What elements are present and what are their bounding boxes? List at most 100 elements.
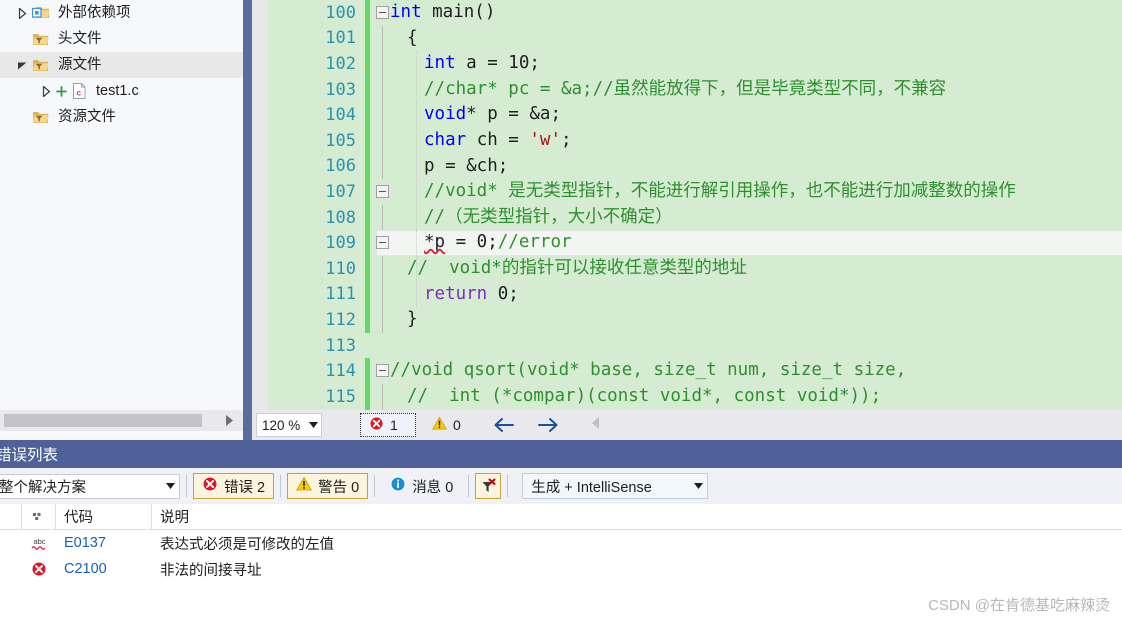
pane-splitter[interactable]	[243, 0, 252, 440]
warning-triangle-icon	[296, 476, 312, 496]
messages-toggle-label: 消息 0	[412, 479, 454, 496]
tree-item-label: 外部依赖项	[58, 5, 131, 21]
collapse-toggle-icon[interactable]	[376, 236, 389, 250]
code-line-104[interactable]: 104 void* p = &a;	[252, 102, 1122, 128]
indent-guide	[416, 128, 417, 154]
code-line-111[interactable]: 111 return 0;	[252, 281, 1122, 308]
fold-guide-line	[382, 25, 383, 52]
column-header-description[interactable]: 说明	[152, 504, 912, 530]
chevron-down-icon[interactable]	[161, 483, 179, 489]
code-text: int main()	[390, 2, 496, 22]
chevron-down-icon[interactable]	[14, 52, 30, 78]
tree-item-1[interactable]: 外部依赖项	[0, 0, 243, 26]
zoom-level-value: 120 %	[262, 417, 301, 433]
tree-item-4[interactable]: c test1.c	[0, 78, 243, 104]
editor-warning-count-button[interactable]: 0	[426, 413, 467, 437]
error-list-row[interactable]: abc E0137 表达式必须是可修改的左值	[0, 530, 1122, 556]
scope-combobox[interactable]: 整个解决方案	[0, 473, 180, 499]
column-header-code[interactable]: 代码	[56, 503, 152, 530]
code-line-114[interactable]: 114 //void qsort(void* base, size_t num, …	[252, 358, 1122, 384]
row-code[interactable]: E0137	[56, 530, 152, 556]
build-filter-combobox[interactable]: 生成 + IntelliSense	[522, 473, 709, 499]
row-spacer	[0, 530, 22, 556]
tree-item-label: 源文件	[58, 57, 102, 73]
code-editor[interactable]: 100 int main() 101 {102 int a = 10; 103 //char…	[252, 0, 1122, 410]
triangle-left-icon[interactable]	[591, 416, 600, 434]
code-line-110[interactable]: 110 // void*的指针可以接收任意类型的地址	[252, 256, 1122, 282]
indent-guide	[416, 281, 417, 308]
fold-guide-line	[382, 51, 383, 77]
code-text: p = &ch;	[424, 155, 509, 176]
line-number: 112	[325, 309, 356, 330]
clear-filter-icon[interactable]	[475, 473, 502, 499]
fold-guide-line	[382, 204, 383, 231]
code-text: return 0;	[424, 283, 519, 304]
twisty-placeholder	[14, 26, 30, 52]
toolbar-separator	[468, 475, 470, 497]
change-bar	[365, 0, 370, 26]
line-number: 114	[325, 361, 356, 382]
scope-value: 整个解决方案	[0, 479, 86, 496]
fold-guide-line	[382, 128, 383, 154]
build-filter-value: 生成 + IntelliSense	[531, 479, 652, 496]
scrollbar-thumb[interactable]	[4, 414, 202, 427]
zoom-level-combobox[interactable]: 120 %	[256, 413, 322, 437]
code-line-107[interactable]: 107 //void* 是无类型指针，不能进行解引用操作，也不能进行加减整数的操作	[252, 179, 1122, 205]
code-line-115[interactable]: 115 // int (*compar)(const void*, const v…	[252, 384, 1122, 410]
change-bar	[365, 204, 370, 231]
indent-guide	[416, 51, 417, 77]
collapse-toggle-icon[interactable]	[376, 185, 389, 199]
code-line-100[interactable]: 100 int main()	[252, 0, 1122, 26]
editor-error-count-button[interactable]: 1	[360, 413, 416, 437]
arrow-left-icon[interactable]	[493, 417, 515, 433]
toolbar-separator	[280, 475, 282, 497]
code-line-105[interactable]: 105 char ch = 'w';	[252, 128, 1122, 154]
collapse-toggle-icon[interactable]	[376, 6, 389, 19]
error-circle-icon	[202, 476, 218, 496]
row-code[interactable]: C2100	[56, 556, 152, 582]
tree-item-label: 资源文件	[58, 109, 116, 125]
code-line-109[interactable]: 109 *p = 0;//error	[252, 230, 1122, 256]
tree-item-3[interactable]: 源文件	[0, 52, 243, 78]
error-list-row[interactable]: C2100 非法的间接寻址	[0, 556, 1122, 582]
line-number: 101	[325, 28, 356, 49]
change-bar	[365, 281, 370, 308]
sort-indicator-icon[interactable]	[22, 503, 56, 530]
code-line-113[interactable]: 113	[252, 333, 1122, 359]
collapse-toggle-icon[interactable]	[376, 364, 389, 378]
code-line-101[interactable]: 101 {	[252, 25, 1122, 52]
line-number: 115	[325, 386, 356, 407]
arrow-right-icon[interactable]	[537, 417, 559, 433]
messages-toggle-button[interactable]: 消息 0	[381, 473, 463, 499]
tree-item-2[interactable]: 头文件	[0, 26, 243, 52]
code-line-112[interactable]: 112}	[252, 307, 1122, 333]
chevron-right-icon[interactable]	[14, 0, 30, 26]
errors-toggle-button[interactable]: 错误 2	[193, 473, 275, 499]
row-description: 非法的间接寻址	[160, 562, 262, 579]
fold-guide-line	[382, 307, 383, 333]
warnings-toggle-label: 警告 0	[318, 479, 360, 496]
code-line-103[interactable]: 103 //char* pc = &a;//虽然能放得下，但是毕竟类型不同，不兼容	[252, 76, 1122, 103]
warnings-toggle-button[interactable]: 警告 0	[287, 473, 369, 499]
chevron-down-icon[interactable]	[305, 422, 321, 428]
toolbar-separator	[186, 475, 187, 497]
line-number: 109	[325, 233, 356, 254]
code-line-106[interactable]: 106 p = &ch;	[252, 153, 1122, 180]
chevron-down-icon[interactable]	[689, 483, 707, 489]
twisty-placeholder	[14, 104, 30, 130]
error-list-panel: 错误列表 整个解决方案 错误 2 警告 0 消息 0 生成 + IntelliS…	[0, 440, 1122, 623]
folder-filter-icon	[30, 104, 52, 130]
error-circle-icon	[22, 556, 56, 582]
chevron-right-icon[interactable]	[38, 78, 54, 104]
fold-guide-line	[382, 256, 383, 282]
change-bar	[365, 230, 370, 256]
solution-explorer-horizontal-scrollbar[interactable]	[0, 410, 243, 431]
tree-item-5[interactable]: 资源文件	[0, 104, 243, 130]
change-bar	[365, 51, 370, 77]
code-line-102[interactable]: 102 int a = 10;	[252, 51, 1122, 77]
solution-explorer-filler	[0, 431, 243, 440]
triangle-right-icon[interactable]	[219, 410, 239, 431]
editor-warning-count: 0	[453, 417, 461, 433]
code-line-108[interactable]: 108 //（无类型指针，大小不确定）	[252, 204, 1122, 231]
line-number: 111	[325, 284, 356, 305]
